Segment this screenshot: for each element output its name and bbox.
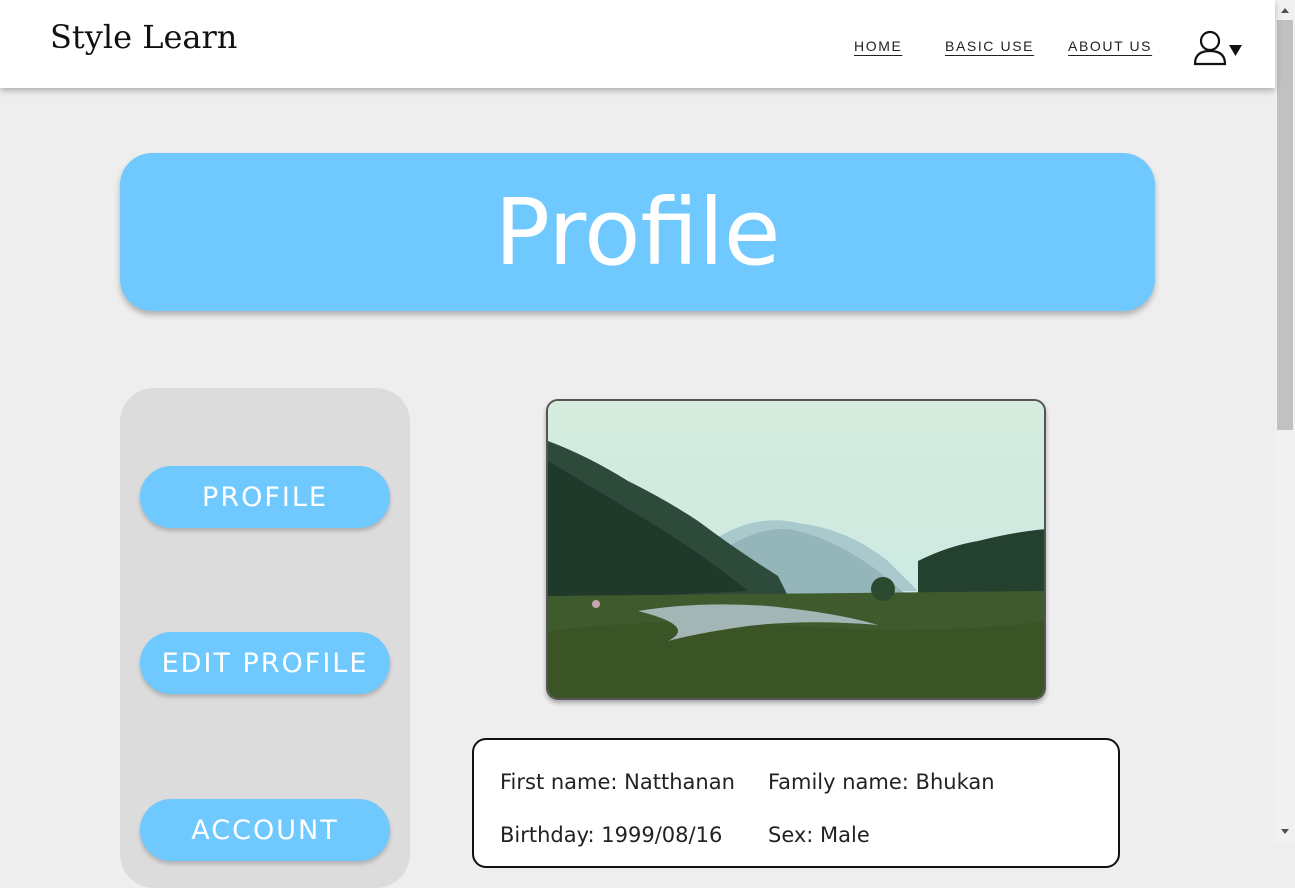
nav-basic-use-link[interactable]: BASIC USE: [945, 38, 1034, 54]
site-logo[interactable]: Style Learn: [50, 18, 237, 56]
account-button[interactable]: ACCOUNT: [140, 799, 390, 861]
profile-cover-photo: [546, 399, 1046, 700]
family-name-text: Family name: Bhukan: [768, 770, 995, 794]
caret-down-icon: [1229, 45, 1242, 56]
profile-button[interactable]: PROFILE: [140, 466, 390, 528]
user-menu-button[interactable]: [1192, 30, 1244, 68]
scroll-thumb[interactable]: [1277, 20, 1293, 430]
edit-profile-button[interactable]: EDIT PROFILE: [140, 632, 390, 694]
scroll-down-icon[interactable]: [1281, 829, 1289, 834]
page-title: Profile: [494, 179, 781, 286]
profile-sidebar: PROFILE EDIT PROFILE ACCOUNT: [120, 388, 410, 888]
page-scrollbar[interactable]: [1275, 0, 1295, 843]
landscape-image: [548, 401, 1044, 698]
birthday-text: Birthday: 1999/08/16: [500, 823, 723, 847]
nav-home-link[interactable]: HOME: [854, 38, 902, 54]
page-banner: Profile: [120, 153, 1155, 311]
profile-info-card: First name: Natthanan Family name: Bhuka…: [472, 738, 1120, 868]
sex-text: Sex: Male: [768, 823, 870, 847]
user-icon: [1193, 30, 1242, 66]
first-name-text: First name: Natthanan: [500, 770, 735, 794]
top-navbar: Style Learn HOME BASIC USE ABOUT US: [0, 0, 1275, 88]
nav-about-us-link[interactable]: ABOUT US: [1068, 38, 1152, 54]
scroll-up-icon[interactable]: [1281, 8, 1289, 13]
